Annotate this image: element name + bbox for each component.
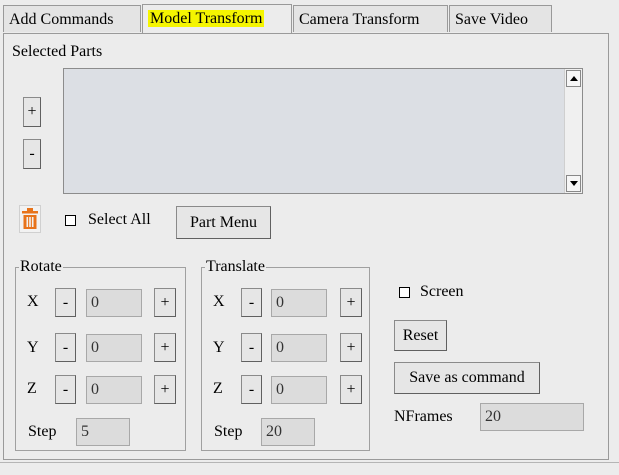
screen-checkbox[interactable] [399,287,410,298]
translate-y-minus-button[interactable]: - [241,333,262,362]
panel-bottom-divider [0,462,619,463]
rotate-step-label: Step [28,423,57,440]
rotate-z-label: Z [27,380,37,397]
rotate-z-plus-button[interactable]: + [154,375,176,404]
tab-camera-transform-label: Camera Transform [299,11,420,28]
rotate-step-input[interactable]: 5 [76,418,130,446]
rotate-z-minus-button[interactable]: - [55,375,76,404]
rotate-x-label: X [27,293,39,310]
select-all-label: Select All [88,211,151,228]
scrollbar[interactable] [564,69,582,193]
add-part-button[interactable]: + [23,97,41,127]
rotate-x-input[interactable]: 0 [86,289,142,317]
translate-z-input[interactable]: 0 [271,376,327,404]
selected-parts-label: Selected Parts [12,43,103,60]
rotate-y-plus-button[interactable]: + [154,333,176,362]
translate-y-input[interactable]: 0 [271,334,327,362]
nframes-input[interactable]: 20 [480,403,584,431]
translate-y-plus-button[interactable]: + [340,333,362,362]
trash-icon[interactable] [19,205,41,233]
rotate-x-minus-button[interactable]: - [55,288,76,317]
tab-add-commands-label: Add Commands [9,11,114,28]
tab-save-video[interactable]: Save Video [449,5,552,32]
selected-parts-list[interactable] [63,68,583,194]
rotate-x-plus-button[interactable]: + [154,288,176,317]
tab-add-commands[interactable]: Add Commands [3,5,141,32]
translate-step-label: Step [214,423,243,440]
translate-x-input[interactable]: 0 [271,289,327,317]
nframes-label: NFrames [394,408,453,425]
remove-part-button[interactable]: - [23,139,41,169]
rotate-y-input[interactable]: 0 [86,334,142,362]
tab-model-transform[interactable]: Model Transform [142,4,292,33]
translate-z-minus-button[interactable]: - [241,375,262,404]
translate-step-input[interactable]: 20 [261,418,315,446]
rotate-y-label: Y [27,339,39,356]
save-as-command-button[interactable]: Save as command [394,362,540,394]
translate-z-label: Z [213,380,223,397]
rotate-y-minus-button[interactable]: - [55,333,76,362]
translate-x-label: X [213,293,225,310]
translate-z-plus-button[interactable]: + [340,375,362,404]
screen-label: Screen [420,283,464,300]
translate-x-plus-button[interactable]: + [340,288,362,317]
rotate-group-title: Rotate [20,258,62,275]
scroll-down-arrow-icon[interactable] [566,175,581,192]
tab-camera-transform[interactable]: Camera Transform [293,5,448,32]
rotate-z-input[interactable]: 0 [86,376,142,404]
tab-model-transform-label: Model Transform [148,10,265,27]
select-all-checkbox[interactable] [65,215,76,226]
scroll-up-arrow-icon[interactable] [566,70,581,87]
translate-y-label: Y [213,339,225,356]
part-menu-button[interactable]: Part Menu [176,206,271,239]
reset-button[interactable]: Reset [394,320,447,351]
translate-x-minus-button[interactable]: - [241,288,262,317]
translate-group-title: Translate [206,258,265,275]
tab-save-video-label: Save Video [455,11,528,28]
